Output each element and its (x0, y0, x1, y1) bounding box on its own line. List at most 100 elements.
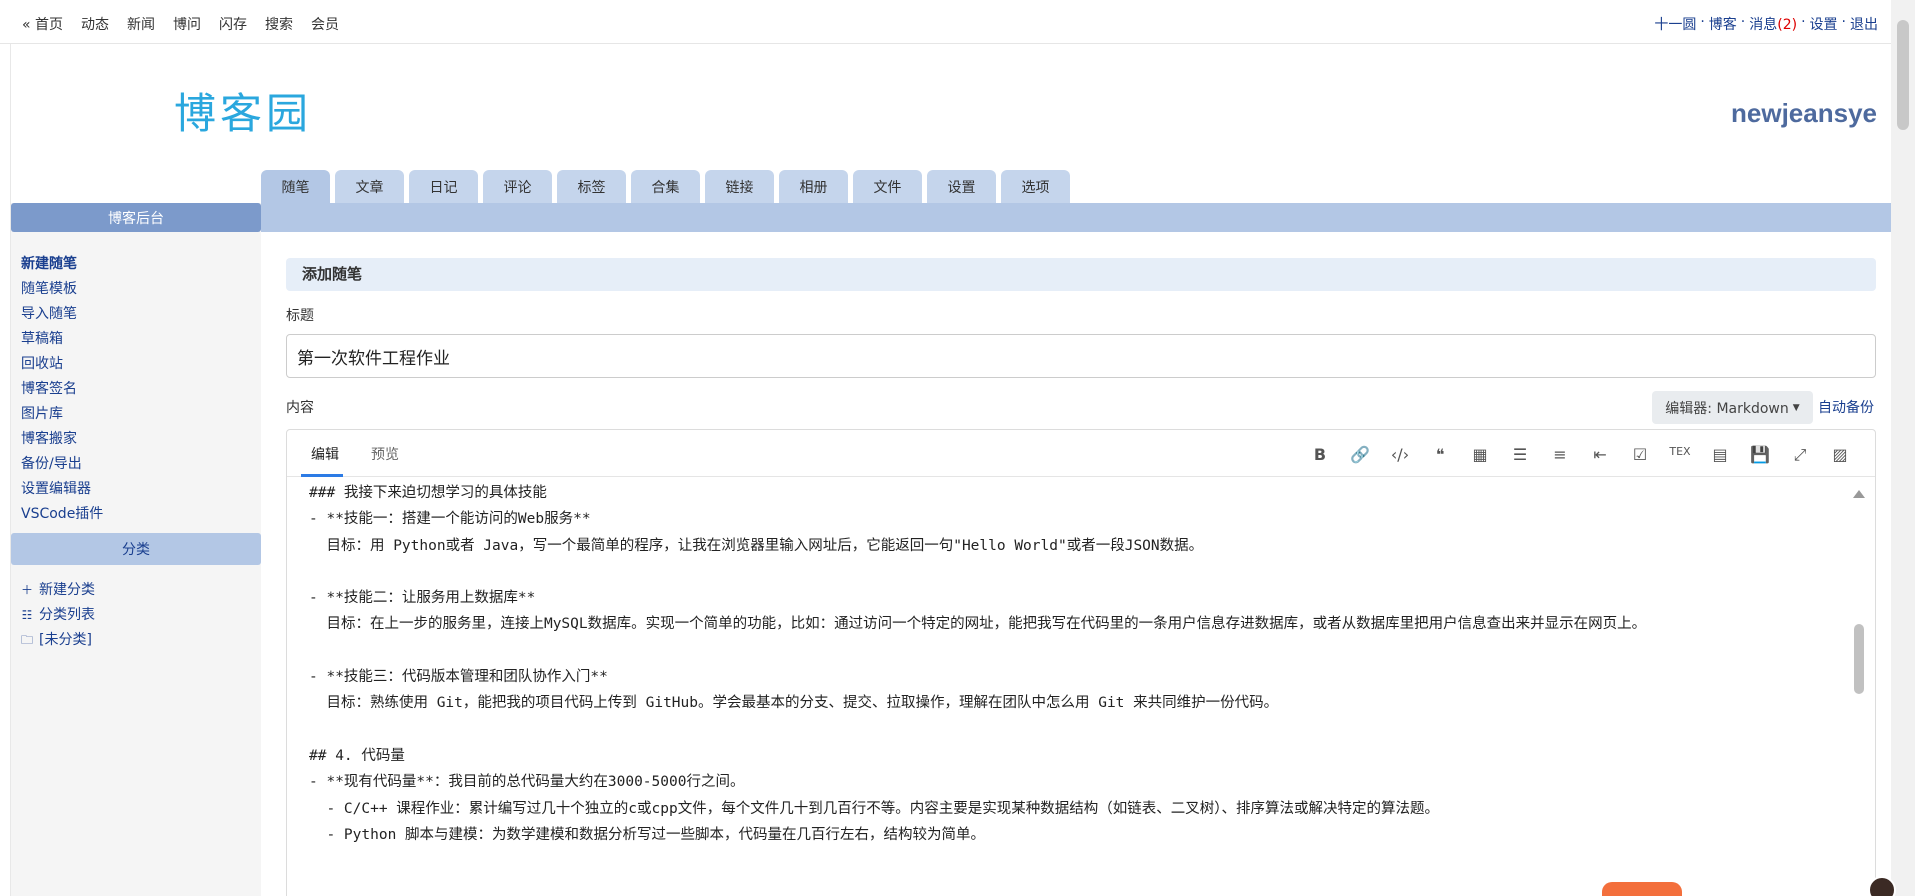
editor-line: - **技能三：代码版本管理和团队协作入门** (309, 669, 608, 686)
code-icon[interactable]: ‹/› (1389, 445, 1411, 465)
new-category-label: 新建分类 (39, 582, 95, 598)
blog-username: newjeansye (1731, 98, 1877, 128)
ordered-list-icon[interactable]: ≡ (1549, 445, 1571, 465)
save-icon[interactable]: 💾 (1749, 445, 1771, 465)
page-title: 添加随笔 (286, 258, 1876, 291)
cnblogs-logo[interactable]: 博客园 (174, 80, 312, 141)
logout-link[interactable]: 退出 (1850, 14, 1878, 34)
editor-scrollbar[interactable] (1853, 480, 1865, 896)
active-tab-indicator (301, 474, 343, 477)
table-icon[interactable]: ▦ (1469, 445, 1491, 465)
scroll-thumb[interactable] (1854, 624, 1864, 694)
sidebar-links: 新建随笔 随笔模板 导入随笔 草稿箱 回收站 博客签名 图片库 博客搬家 备份/… (11, 252, 261, 527)
tab-collections[interactable]: 合集 (631, 170, 700, 203)
nav-activity-link[interactable]: 动态 (81, 14, 109, 34)
editor-toolbar: B 🔗 ‹/› ❝ ▦ ☰ ≡ ⇤ ☑ TEX ▤ 💾 ⤢ ▨ (1309, 445, 1851, 465)
avatar[interactable] (1868, 876, 1896, 896)
user-link[interactable]: 十一圆 (1654, 14, 1696, 34)
scroll-up-arrow-icon[interactable] (1853, 490, 1865, 498)
site-nav: « 首页 动态 新闻 博问 闪存 搜索 会员 (22, 14, 339, 34)
my-blog-link[interactable]: 博客 (1709, 14, 1737, 34)
category-list-label: 分类列表 (39, 607, 95, 623)
editor-line: - **技能一：搭建一个能访问的Web服务** (309, 511, 591, 528)
editor-line: ### 我接下来迫切想学习的具体技能 (309, 485, 547, 501)
nav-flash-link[interactable]: 闪存 (219, 14, 247, 34)
fullscreen-icon[interactable]: ⤢ (1789, 445, 1811, 465)
floating-widget[interactable] (1602, 882, 1682, 896)
markdown-textarea[interactable]: ### 我接下来迫切想学习的具体技能 - **技能一：搭建一个能访问的Web服务*… (309, 480, 1849, 896)
nav-home-link[interactable]: « 首页 (22, 14, 63, 34)
plus-icon: ＋ (21, 583, 34, 597)
indent-icon[interactable]: ⇤ (1589, 445, 1611, 465)
category-list-link[interactable]: ☷ 分类列表 (21, 603, 95, 628)
separator: · (1801, 14, 1806, 30)
messages-link[interactable]: 消息(2) (1749, 14, 1797, 34)
link-icon[interactable]: 🔗 (1349, 445, 1371, 465)
uncategorized-link[interactable]: 🗀 [未分类] (21, 628, 95, 653)
unordered-list-icon[interactable]: ☰ (1509, 445, 1531, 465)
sidebar: 博客后台 新建随笔 随笔模板 导入随笔 草稿箱 回收站 博客签名 图片库 博客搬… (11, 203, 261, 896)
sidebar-item-backup-export[interactable]: 备份/导出 (21, 452, 261, 477)
messages-count-badge: (2) (1777, 17, 1798, 33)
quote-icon[interactable]: ❝ (1429, 445, 1451, 465)
sidebar-item-drafts[interactable]: 草稿箱 (21, 327, 261, 352)
tab-comments[interactable]: 评论 (483, 170, 552, 203)
tab-options[interactable]: 选项 (1001, 170, 1070, 203)
user-nav: 十一圆 · 博客 · 消息(2) · 设置 · 退出 (1654, 14, 1878, 34)
sidebar-title: 博客后台 (11, 203, 261, 232)
page-scroll-thumb[interactable] (1897, 20, 1909, 130)
tab-articles[interactable]: 文章 (335, 170, 404, 203)
sidebar-item-post-templates[interactable]: 随笔模板 (21, 277, 261, 302)
new-category-link[interactable]: ＋ 新建分类 (21, 578, 95, 603)
toc-icon[interactable]: ▤ (1709, 445, 1731, 465)
sidebar-item-vscode-plugin[interactable]: VSCode插件 (21, 502, 261, 527)
editor-line: - Python 脚本与建模：为数学建模和数据分析写过一些脚本，代码量在几百行左… (309, 826, 986, 843)
tab-diary[interactable]: 日记 (409, 170, 478, 203)
tab-settings[interactable]: 设置 (927, 170, 996, 203)
sidebar-item-import-posts[interactable]: 导入随笔 (21, 302, 261, 327)
tab-posts[interactable]: 随笔 (261, 170, 330, 203)
image-icon[interactable]: ▨ (1829, 445, 1851, 465)
sidebar-item-blog-migration[interactable]: 博客搬家 (21, 427, 261, 452)
editor-line: - **现有代码量**：我目前的总代码量大约在3000-5000行之间。 (309, 774, 745, 791)
markdown-editor: 编辑 预览 B 🔗 ‹/› ❝ ▦ ☰ ≡ ⇤ ☑ TEX ▤ 💾 ⤢ ▨ ### 我接下来迫切想学习的具… (286, 429, 1876, 896)
editor-line: - C/C++ 课程作业：累计编写过几十个独立的c或cpp文件，每个文件几十到几… (309, 800, 1439, 817)
autosave-link[interactable]: 自动备份 (1818, 397, 1874, 417)
tab-files[interactable]: 文件 (853, 170, 922, 203)
nav-vip-link[interactable]: 会员 (311, 14, 339, 34)
tab-albums[interactable]: 相册 (779, 170, 848, 203)
nav-qa-link[interactable]: 博问 (173, 14, 201, 34)
messages-label: 消息 (1749, 17, 1778, 33)
category-header: 分类 (11, 533, 261, 565)
separator: · (1700, 14, 1705, 30)
editor-line: 目标：熟练使用 Git，能把我的项目代码上传到 GitHub。学会最基本的分支、… (309, 695, 1279, 712)
nav-search-link[interactable]: 搜索 (265, 14, 293, 34)
editor-line: - **技能二：让服务用上数据库** (309, 590, 536, 607)
settings-link[interactable]: 设置 (1810, 14, 1838, 34)
list-icon: ☷ (21, 608, 33, 622)
bold-icon[interactable]: B (1309, 445, 1331, 465)
sidebar-item-new-post[interactable]: 新建随笔 (21, 252, 261, 277)
editor-type-dropdown[interactable]: 编辑器: Markdown ▼ (1652, 391, 1813, 424)
tex-icon[interactable]: TEX (1669, 445, 1691, 465)
page-scrollbar[interactable] (1891, 0, 1915, 896)
sidebar-item-blog-signature[interactable]: 博客签名 (21, 377, 261, 402)
uncategorized-label: [未分类] (39, 632, 92, 648)
sidebar-item-editor-settings[interactable]: 设置编辑器 (21, 477, 261, 502)
tab-bar-strip (261, 203, 1891, 232)
sidebar-item-image-library[interactable]: 图片库 (21, 402, 261, 427)
sidebar-item-recycle-bin[interactable]: 回收站 (21, 352, 261, 377)
top-navigation-bar: « 首页 动态 新闻 博问 闪存 搜索 会员 十一圆 · 博客 · 消息(2) … (0, 0, 1915, 44)
nav-news-link[interactable]: 新闻 (127, 14, 155, 34)
tab-preview[interactable]: 预览 (371, 444, 399, 464)
title-input[interactable] (286, 334, 1876, 378)
folder-icon: 🗀 (21, 633, 34, 647)
task-list-icon[interactable]: ☑ (1629, 445, 1651, 465)
tab-edit[interactable]: 编辑 (311, 444, 339, 464)
tab-tags[interactable]: 标签 (557, 170, 626, 203)
editor-line: 目标：在上一步的服务里，连接上MySQL数据库。实现一个简单的功能，比如：通过访… (309, 616, 1647, 633)
tab-links[interactable]: 链接 (705, 170, 774, 203)
editor-line: 目标：用 Python或者 Java，写一个最简单的程序，让我在浏览器里输入网址… (309, 537, 1204, 554)
